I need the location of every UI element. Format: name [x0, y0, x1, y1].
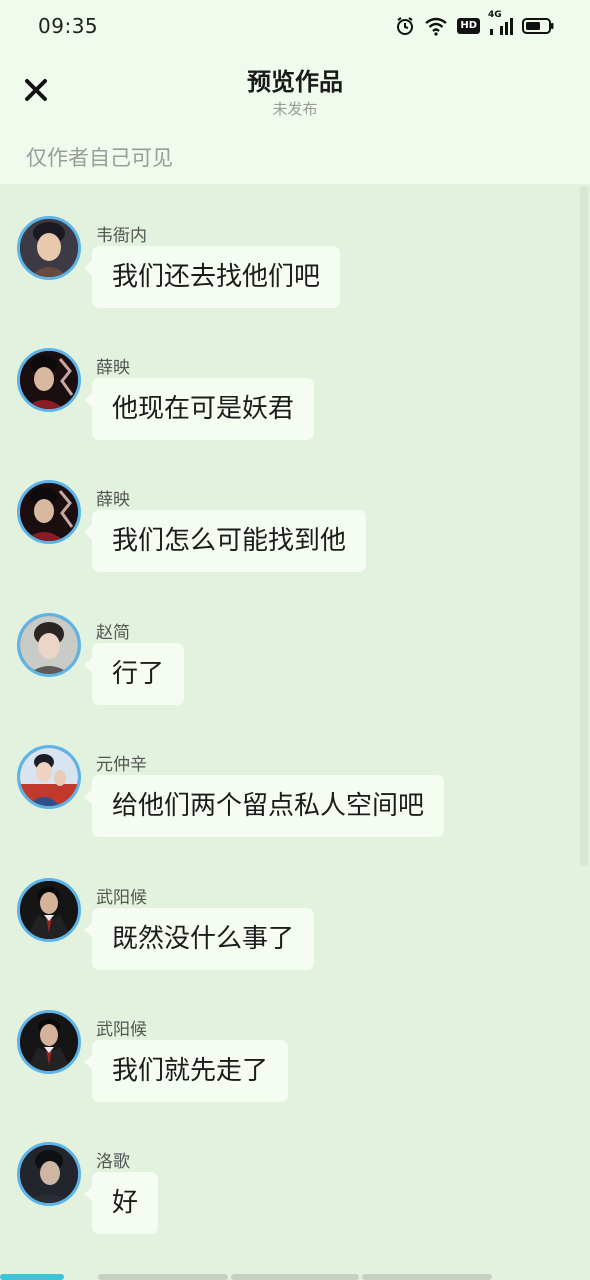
wifi-icon: [424, 16, 448, 36]
chat-list[interactable]: 韦衙内 我们还去找他们吧 薛映 他现在可是妖君 薛映 我们怎么可能找到他 赵简 …: [0, 184, 590, 1270]
message-bubble[interactable]: 我们怎么可能找到他: [83, 510, 367, 572]
avatar[interactable]: [17, 348, 81, 412]
message-bubble[interactable]: 我们就先走了: [83, 1040, 289, 1102]
sender-name: 元仲辛: [96, 755, 147, 775]
message-bubble[interactable]: 我们还去找他们吧: [83, 246, 341, 308]
sender-name: 洛歌: [96, 1152, 130, 1172]
message-bubble[interactable]: 给他们两个留点私人空间吧: [83, 775, 445, 837]
sender-name: 韦衙内: [96, 226, 147, 246]
progress-segment: [231, 1274, 359, 1280]
chat-message: 韦衙内 我们还去找他们吧: [0, 184, 590, 314]
sender-name: 赵简: [96, 623, 130, 643]
avatar[interactable]: [17, 480, 81, 544]
cellular-4g-icon: 4G: [488, 10, 513, 36]
playback-progress[interactable]: [0, 1272, 590, 1280]
status-time: 09:35: [38, 14, 99, 38]
avatar[interactable]: [17, 1142, 81, 1206]
battery-icon: [522, 17, 554, 35]
progress-segment: [362, 1274, 492, 1280]
progress-segment-active: [0, 1274, 64, 1280]
status-bar: 09:35 HD 4G: [0, 0, 590, 52]
status-icons: HD 4G: [395, 10, 554, 37]
chat-message: 武阳候 既然没什么事了: [0, 846, 590, 976]
sender-name: 薛映: [96, 358, 130, 378]
avatar[interactable]: [17, 1010, 81, 1074]
scrollbar[interactable]: [580, 186, 588, 866]
page-title: 预览作品: [247, 68, 343, 96]
message-bubble[interactable]: 好: [83, 1172, 159, 1234]
sender-name: 武阳候: [96, 1020, 147, 1040]
chat-message: 元仲辛 给他们两个留点私人空间吧: [0, 713, 590, 843]
avatar[interactable]: [17, 878, 81, 942]
chat-message: 薛映 我们怎么可能找到他: [0, 448, 590, 578]
avatar[interactable]: [17, 745, 81, 809]
network-label: 4G: [488, 10, 502, 20]
page-subtitle: 未发布: [272, 100, 318, 118]
avatar[interactable]: [17, 613, 81, 677]
hd-icon: HD: [457, 18, 480, 34]
chat-message: 洛歌 好: [0, 1110, 590, 1240]
visibility-note: 仅作者自己可见: [26, 146, 173, 170]
progress-segment: [98, 1274, 228, 1280]
message-bubble[interactable]: 他现在可是妖君: [83, 378, 315, 440]
sender-name: 武阳候: [96, 888, 147, 908]
avatar[interactable]: [17, 216, 81, 280]
chat-message: 赵简 行了: [0, 581, 590, 711]
sender-name: 薛映: [96, 490, 130, 510]
message-bubble[interactable]: 行了: [83, 643, 185, 705]
chat-message: 薛映 他现在可是妖君: [0, 316, 590, 446]
alarm-icon: [395, 16, 415, 36]
message-bubble[interactable]: 既然没什么事了: [83, 908, 315, 970]
chat-message: 武阳候 我们就先走了: [0, 978, 590, 1108]
header: 预览作品 未发布 仅作者自己可见: [0, 52, 590, 184]
